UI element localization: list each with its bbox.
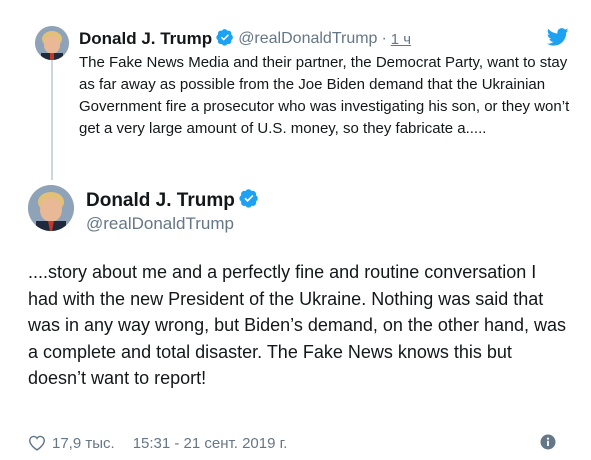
main-display-name[interactable]: Donald J. Trump xyxy=(86,190,235,212)
parent-timestamp-link[interactable]: 1 ч xyxy=(391,31,411,48)
main-display-name-row: Donald J. Trump xyxy=(86,188,259,214)
info-icon[interactable] xyxy=(540,434,556,450)
parent-tweet-header: Donald J. Trump @realDonaldTrump · 1 ч xyxy=(79,27,571,51)
like-count[interactable]: 17,9 тыс. xyxy=(52,435,115,452)
embedded-tweet-card: Donald J. Trump @realDonaldTrump · 1 ч T… xyxy=(0,0,591,460)
parent-display-name[interactable]: Donald J. Trump xyxy=(79,29,212,49)
parent-handle[interactable]: @realDonaldTrump xyxy=(238,30,377,48)
tweet-footer: 17,9 тыс. 15:31 - 21 сент. 2019 г. xyxy=(28,432,571,454)
main-handle[interactable]: @realDonaldTrump xyxy=(86,214,234,234)
header-separator: · xyxy=(381,30,387,47)
tweet-timestamp[interactable]: 15:31 - 21 сент. 2019 г. xyxy=(133,435,288,452)
main-tweet-text: ....story about me and a perfectly fine … xyxy=(28,262,566,388)
parent-tweet-text: The Fake News Media and their partner, t… xyxy=(79,54,570,137)
twitter-bird-icon[interactable] xyxy=(546,28,569,46)
verified-badge-icon xyxy=(216,28,234,51)
parent-tweet[interactable]: Donald J. Trump @realDonaldTrump · 1 ч T… xyxy=(0,0,591,180)
parent-avatar[interactable] xyxy=(35,26,69,60)
main-avatar[interactable] xyxy=(28,185,74,231)
heart-icon[interactable] xyxy=(28,435,46,451)
thread-connector-line xyxy=(51,58,53,180)
verified-badge-icon xyxy=(239,188,259,214)
